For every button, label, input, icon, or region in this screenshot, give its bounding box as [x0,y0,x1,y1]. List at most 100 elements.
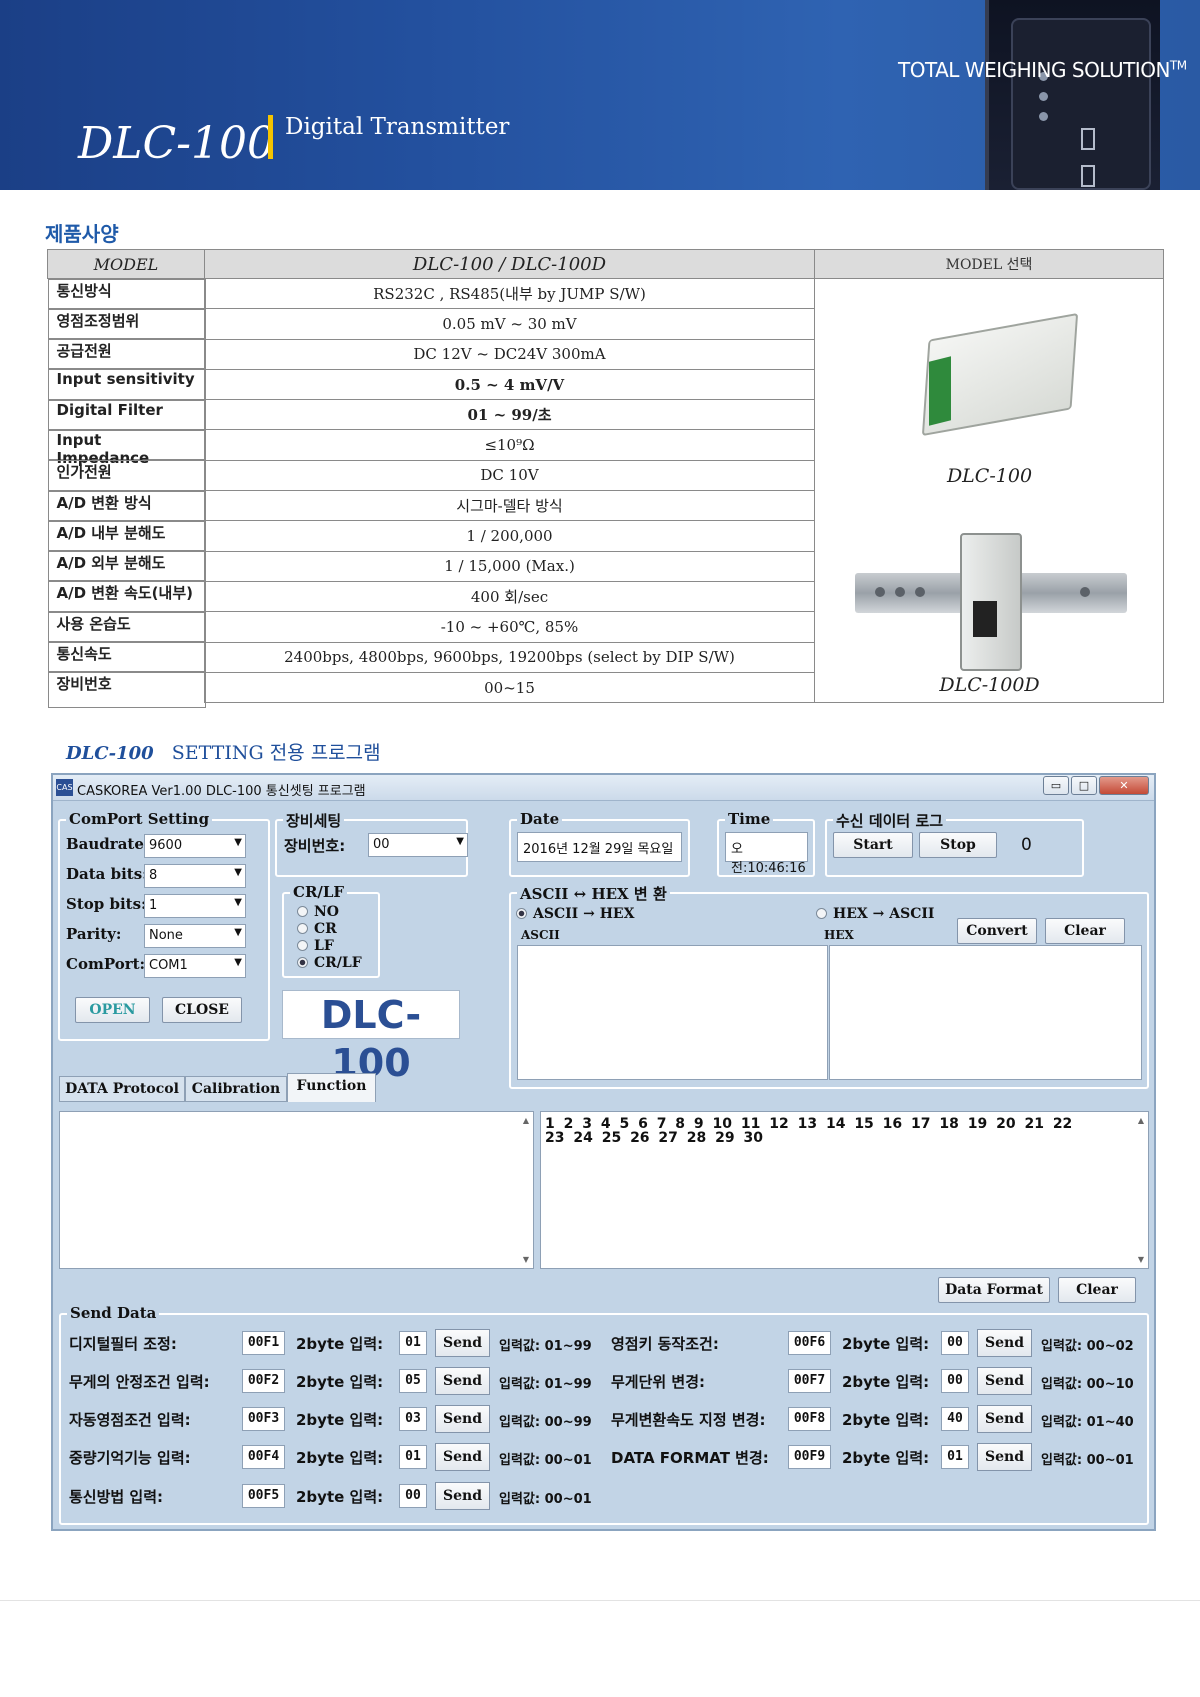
ascii-textarea[interactable] [517,945,828,1080]
title-divider [268,115,273,159]
radio-ascii-to-hex[interactable]: ASCII → HEX [516,906,634,922]
send-button[interactable]: Send [435,1329,490,1357]
send-button[interactable]: Send [977,1329,1032,1357]
databits-select[interactable]: 8 ▼ [144,864,246,888]
date-field[interactable]: 2016년 12월 29일 목요일 [517,832,682,862]
data-textarea[interactable]: 1 2 3 4 5 6 7 8 9 10 11 12 13 14 15 16 1… [540,1111,1149,1269]
log-count: 0 [1021,835,1032,855]
send-button[interactable]: Send [435,1482,490,1510]
start-button[interactable]: Start [833,832,913,858]
radio-hex-to-ascii[interactable]: HEX → ASCII [816,906,934,922]
spec-label: 장비번호 [47,672,206,709]
comport-select[interactable]: COM1 ▼ [144,954,246,978]
value-input[interactable]: 40 [941,1407,969,1431]
input-range-label: 입력값: 01~99 [499,1339,592,1354]
value-input[interactable]: 01 [399,1331,427,1355]
send-button[interactable]: Send [977,1367,1032,1395]
app-window: CAS CASKOREA Ver1.00 DLC-100 통신셋팅 프로그램 ▭… [51,773,1156,1531]
hex-textarea[interactable] [829,945,1142,1080]
function-code-field[interactable]: 00F4 [242,1445,285,1469]
send-button[interactable]: Send [977,1405,1032,1433]
function-code-field[interactable]: 00F2 [242,1369,285,1393]
radio-icon [297,923,308,934]
tab-data-protocol[interactable]: DATA Protocol [59,1076,185,1102]
scroll-up-icon[interactable]: ▲ [1138,1116,1144,1125]
maximize-button[interactable]: □ [1071,776,1097,795]
input-range-label: 입력값: 00~10 [1041,1377,1134,1392]
comport-label: ComPort: [66,955,146,973]
close-window-button[interactable]: ✕ [1099,776,1149,795]
group-title: 장비세팅 [283,810,345,831]
stopbits-select[interactable]: 1 ▼ [144,894,246,918]
value-input[interactable]: 01 [399,1445,427,1469]
clear-convert-button[interactable]: Clear [1045,918,1125,944]
radio-lf[interactable]: LF [297,938,334,954]
open-button[interactable]: OPEN [75,997,150,1023]
close-port-button[interactable]: CLOSE [162,997,242,1023]
tab-calibration[interactable]: Calibration [185,1076,287,1102]
input-range-label: 입력값: 01~40 [1041,1415,1134,1430]
rail-hole [1080,587,1090,597]
minimize-button[interactable]: ▭ [1043,776,1069,795]
time-field[interactable]: 오전:10:46:16 [725,832,808,876]
led-icon [1039,112,1048,121]
send-button[interactable]: Send [435,1443,490,1471]
spec-label: Digital Filter [47,399,206,430]
input-range-label: 입력값: 00~02 [1041,1339,1134,1354]
function-code-field[interactable]: 00F7 [788,1369,831,1393]
spec-value: DC 10V [204,459,815,492]
input-range-label: 입력값: 00~01 [499,1492,592,1507]
function-code-field[interactable]: 00F8 [788,1407,831,1431]
send-button[interactable]: Send [435,1367,490,1395]
log-textarea[interactable]: ▲ ▼ [59,1111,534,1269]
radio-label: ASCII → HEX [533,906,635,922]
value-input[interactable]: 00 [941,1369,969,1393]
spec-value: -10 ~ +60℃, 85% [204,611,815,643]
head-model-select: MODEL 선택 [814,249,1164,279]
function-code-field[interactable]: 00F3 [242,1407,285,1431]
radio-cr[interactable]: CR [297,921,337,937]
spec-value: 1 / 15,000 (Max.) [204,550,815,582]
parity-label: Parity: [66,925,122,943]
function-code-field[interactable]: 00F5 [242,1484,285,1508]
group-title: ASCII ↔ HEX 변 환 [517,883,670,904]
parity-select[interactable]: None ▼ [144,924,246,948]
data-format-button[interactable]: Data Format [938,1277,1050,1303]
program-title: SETTING 전용 프로그램 [171,742,381,764]
value-input[interactable]: 00 [399,1484,427,1508]
function-code-field[interactable]: 00F9 [788,1445,831,1469]
scroll-down-icon[interactable]: ▼ [523,1255,529,1264]
function-code-field[interactable]: 00F1 [242,1331,285,1355]
value-input[interactable]: 01 [941,1445,969,1469]
group-title: ComPort Setting [66,810,213,828]
image-caption: DLC-100D [939,674,1040,696]
clear-data-button[interactable]: Clear [1058,1277,1136,1303]
stop-button[interactable]: Stop [919,832,997,858]
chevron-down-icon: ▼ [234,957,242,968]
function-code-field[interactable]: 00F6 [788,1331,831,1355]
value-input[interactable]: 03 [399,1407,427,1431]
convert-button[interactable]: Convert [957,918,1037,944]
comport-value: COM1 [149,958,188,973]
value-input[interactable]: 05 [399,1369,427,1393]
spec-value: 0.05 mV ~ 30 mV [204,308,815,340]
scroll-down-icon[interactable]: ▼ [1138,1255,1144,1264]
value-input[interactable]: 00 [941,1331,969,1355]
group-title: 수신 데이터 로그 [833,810,947,831]
input-range-label: 입력값: 00~99 [499,1415,592,1430]
scroll-up-icon[interactable]: ▲ [523,1116,529,1125]
chevron-down-icon: ▼ [234,837,242,848]
send-button[interactable]: Send [977,1443,1032,1471]
radio-label: HEX → ASCII [833,906,935,922]
baudrate-select[interactable]: 9600 ▼ [144,834,246,858]
device-number-select[interactable]: 00 ▼ [368,833,468,857]
terminal-block [929,356,951,426]
tab-function[interactable]: Function [287,1073,376,1102]
spec-value: 400 회/sec [204,580,815,613]
group-title: CR/LF [290,883,348,901]
radio-label: NO [314,904,339,920]
spec-label: A/D 변환 속도(내부) [47,581,206,612]
radio-no[interactable]: NO [297,904,339,920]
send-button[interactable]: Send [435,1405,490,1433]
radio-crlf[interactable]: CR/LF [297,955,362,971]
